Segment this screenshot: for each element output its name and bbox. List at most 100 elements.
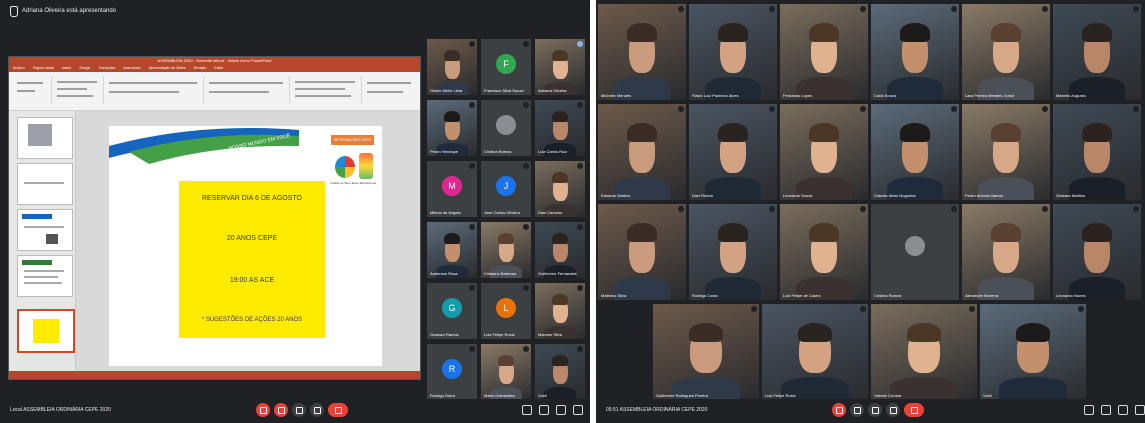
participant-tile[interactable]: Flavio Luiz Pacheco Alves [689,4,777,100]
slide-editor[interactable]: NOSSO MUNDO EM VOCÊ INFORMAÇÕES CEPE Cid… [76,111,420,371]
participant-tile[interactable]: Cristiano Barbosa [481,222,531,278]
participant-tile[interactable]: Matheus Silva [598,204,686,300]
slide-thumbnail[interactable] [17,209,73,251]
powerpoint-window[interactable]: ASSEMBLEIA 2020 - Somente leitura - Salv… [8,56,421,380]
participant-tile[interactable]: Anderson Rosa [427,222,477,278]
participant-tile[interactable]: Michelle Mendes [598,4,686,100]
present-button[interactable] [886,403,900,417]
participant-tile[interactable]: Gisele Meire Lima [427,39,477,95]
participant-tile[interactable]: Gustavo Martins [1053,104,1141,200]
participant-tile[interactable]: J José Carlos Oliveira [481,161,531,217]
participant-tile[interactable]: Leonardo Nunes [1053,204,1141,300]
participant-video [780,104,868,200]
participant-tile[interactable]: Guilherme Fernandes [535,222,585,278]
ribbon-tab[interactable]: Exibir [214,65,223,72]
participant-tile[interactable]: Carla Souza [871,4,959,100]
mic-status-icon [1133,206,1139,212]
participant-tile[interactable]: Marcelo Silva [535,283,585,339]
participant-tile[interactable]: Davi Cardoso [535,161,585,217]
participant-tile[interactable]: Lara Pereira Mendes Junior [962,4,1050,100]
ribbon-tab[interactable]: Revisão [194,65,207,72]
participant-name: Davi Cardoso [538,210,563,215]
participant-tile[interactable]: Alexandre Bezerra [962,204,1050,300]
chat-icon[interactable] [556,405,566,415]
info-icon[interactable] [522,405,532,415]
captions-button[interactable] [868,403,882,417]
participant-tile[interactable]: Luiz Felipe Rossi [762,304,868,400]
participant-name: Guilherme Rodrigues Pereira [656,393,708,398]
ribbon-tab[interactable]: Apresentação de Slides [149,65,186,72]
participant-avatar: F [496,53,516,74]
presenter-bar: Adriana Oliveira está apresentando [0,0,590,26]
participant-name: Mário Guimarães [484,393,515,398]
participant-tile[interactable]: Luiz Felipe de Castro [780,204,868,300]
ribbon-tab[interactable]: Design [79,65,90,72]
mic-status-icon [969,306,975,312]
participant-tile[interactable]: Yasmin Correia [871,304,977,400]
camera-toggle-button[interactable] [274,403,288,417]
participant-tile[interactable]: G Gustavo Ramos [427,283,477,339]
participant-tile[interactable]: Você [980,304,1086,400]
participant-tile[interactable]: Luiz Carlos Ruiz [535,100,585,156]
participant-tile[interactable]: Rodrigo Costa [689,204,777,300]
ribbon-tab[interactable]: Inserir [62,65,72,72]
ribbon-tab[interactable]: Arquivo [13,65,25,72]
participant-tile[interactable]: Cristina Ramos [481,100,531,156]
participant-avatar: L [496,297,516,318]
participant-video [962,204,1050,300]
activities-icon[interactable] [573,405,583,415]
participant-tile[interactable]: Você [535,344,585,400]
end-call-button[interactable] [328,403,348,417]
participant-tile[interactable]: L Luiz Felipe Rossi [481,283,531,339]
participant-tile[interactable]: Pedro Henrique [427,100,477,156]
participant-name: Fernando Lopes [783,93,813,98]
participant-video [427,100,477,156]
participant-tile[interactable]: Fernando Lopes [780,4,868,100]
participant-tile[interactable]: M Milena de Angelo [427,161,477,217]
end-call-button[interactable] [904,403,924,417]
participant-video [535,222,585,278]
participant-tile[interactable]: R Rodrigo Dutra [427,344,477,400]
mic-toggle-button[interactable] [256,403,270,417]
activities-icon[interactable] [1135,405,1145,415]
participant-tile[interactable]: Mário Guimarães [481,344,531,400]
slide-thumbnail-selected[interactable] [17,309,75,353]
participant-tile[interactable]: Davi Rocha [689,104,777,200]
slide-badge: INFORMAÇÕES CEPE [331,135,374,145]
participant-tile[interactable]: Guilherme Rodrigues Pereira [653,304,759,400]
participant-video [535,39,585,95]
participant-tile[interactable]: Marcelo Augusto [1053,4,1141,100]
slide-thumbnail[interactable] [17,117,73,159]
participant-name: Gustavo Martins [1056,193,1086,198]
participant-tile[interactable]: Adriana Oliveira [535,39,585,95]
slide-thumbnail[interactable] [17,163,73,205]
participant-name: Matheus Silva [601,293,627,298]
participant-name: Leonardo Nunes [1056,293,1086,298]
participant-tile[interactable]: Cristina Ramos [871,204,959,300]
mic-toggle-button[interactable] [832,403,846,417]
ribbon-tab[interactable]: Página Inicial [33,65,54,72]
participant-tile[interactable]: Eduardo Martins [598,104,686,200]
mic-status-icon [1078,306,1084,312]
participant-name: José Carlos Oliveira [484,210,520,215]
people-icon[interactable] [539,405,549,415]
camera-toggle-button[interactable] [850,403,864,417]
participant-tile[interactable]: Claudio Alves Nogueira [871,104,959,200]
participant-tile[interactable]: Pedro Antonio Barros [962,104,1050,200]
participant-name: Michelle Mendes [601,93,632,98]
chat-icon[interactable] [1118,405,1128,415]
participant-tile[interactable]: Leonardo Souza [780,104,868,200]
participant-tile[interactable]: F Francisco Silva Souza [481,39,531,95]
ribbon-tab[interactable]: Animações [123,65,140,72]
participant-name: Cristina Ramos [874,293,902,298]
captions-button[interactable] [292,403,306,417]
mic-status-icon [469,41,475,47]
people-icon[interactable] [1101,405,1111,415]
participant-name: Luiz Felipe de Castro [783,293,821,298]
slide-line: * SUGESTÕES DE AÇÕES 20 ANOS [201,317,303,323]
participant-name: Carla Souza [874,93,897,98]
ribbon-tab[interactable]: Transições [98,65,115,72]
present-button[interactable] [310,403,324,417]
info-icon[interactable] [1084,405,1094,415]
slide-thumbnail[interactable] [17,255,73,297]
